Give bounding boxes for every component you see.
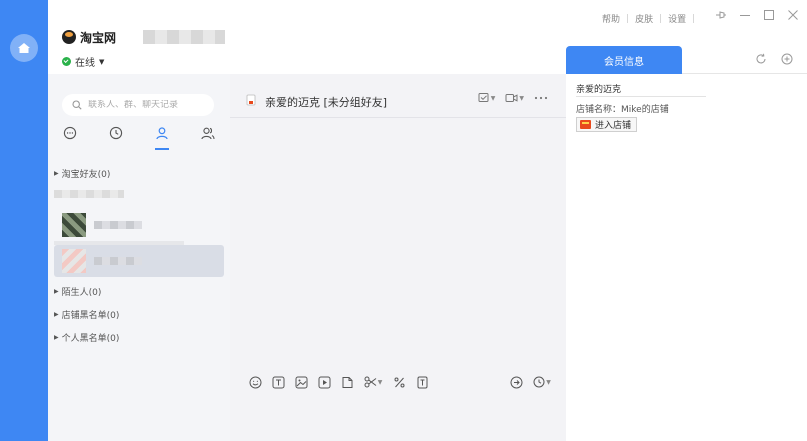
separator: | <box>659 13 663 24</box>
taobao-logo-icon <box>62 30 76 44</box>
avatar <box>62 213 86 237</box>
send-arrow-icon[interactable] <box>509 375 523 389</box>
video-file-icon[interactable] <box>317 375 331 389</box>
discount-icon[interactable] <box>392 375 406 389</box>
image-icon[interactable] <box>294 375 308 389</box>
contacts-panel: ▶ 淘宝好友(0) ▶ 陌生人(0) ▶ 店铺黑名单(0) ▶ 个人黑名单(0) <box>48 74 230 441</box>
close-button[interactable] <box>787 9 799 21</box>
add-circle-icon <box>781 53 793 65</box>
tab-contacts[interactable] <box>152 126 172 150</box>
chat-bubble-icon <box>63 126 77 140</box>
info-tabbar: 会员信息 <box>566 46 807 74</box>
separator: | <box>626 13 630 24</box>
window-titlebar: 帮助 | 皮肤 | 设置 | <box>566 0 807 34</box>
group-strangers[interactable]: ▶ 陌生人(0) <box>54 285 101 298</box>
pin-icon <box>716 11 726 19</box>
more-button[interactable] <box>534 96 548 100</box>
maximize-button[interactable] <box>763 9 775 21</box>
group-taobao-friends[interactable]: ▶ 淘宝好友(0) <box>54 167 110 180</box>
group-personal-blacklist[interactable]: ▶ 个人黑名单(0) <box>54 331 119 344</box>
contact-status-icon <box>246 94 256 106</box>
clock-icon <box>109 126 123 140</box>
redacted-text <box>54 190 124 198</box>
expand-triangle-icon: ▶ <box>54 311 59 318</box>
close-icon <box>788 10 798 20</box>
person-icon <box>156 127 168 140</box>
chevron-down-icon: ▼ <box>377 378 383 386</box>
help-link[interactable]: 帮助 <box>602 12 620 25</box>
chat-header: 亲爱的迈克 [未分组好友] ▼ ▼ <box>230 74 566 118</box>
chevron-down-icon: ▼ <box>490 94 496 102</box>
chat-header-tools: ▼ ▼ <box>478 92 548 104</box>
more-icon <box>534 96 548 100</box>
tab-history[interactable] <box>106 126 126 148</box>
status-selector[interactable]: 在线 ▼ <box>62 54 104 69</box>
video-call-button[interactable]: ▼ <box>505 92 524 104</box>
tab-recent-chats[interactable] <box>60 126 80 148</box>
contact-name-redacted <box>94 257 142 265</box>
chevron-down-icon: ▼ <box>546 378 551 386</box>
font-icon[interactable] <box>271 375 285 389</box>
left-rail <box>0 0 48 441</box>
add-tab-button[interactable] <box>781 53 793 65</box>
refresh-button[interactable] <box>755 53 767 65</box>
enter-shop-button[interactable]: 进入店铺 <box>576 117 638 132</box>
input-toolbar: ▼ ▼ <box>248 372 552 392</box>
status-label: 在线 <box>75 58 95 69</box>
enter-shop-label: 进入店铺 <box>595 121 632 131</box>
home-icon[interactable] <box>10 34 38 62</box>
checkbox-chat-icon <box>478 93 489 102</box>
search-icon <box>72 100 82 110</box>
shop-name: 店铺名称：Mike的店铺 <box>576 105 669 115</box>
file-icon[interactable] <box>340 375 354 389</box>
account-logo-text: 淘宝网 <box>80 31 117 45</box>
chevron-down-icon: ▼ <box>519 94 524 102</box>
history-record-icon[interactable]: ▼ <box>532 375 552 389</box>
contact-name-redacted <box>94 221 142 229</box>
expand-triangle-icon: ▶ <box>54 334 59 341</box>
divider <box>576 96 706 97</box>
tab-member-info[interactable]: 会员信息 <box>566 46 682 74</box>
refresh-icon <box>756 53 766 64</box>
chevron-down-icon: ▼ <box>99 57 105 66</box>
shop-icon <box>580 120 591 129</box>
member-name: 亲爱的迈克 <box>576 85 622 95</box>
emoji-icon[interactable] <box>248 375 262 389</box>
member-info-panel: 亲爱的迈克 店铺名称：Mike的店铺 进入店铺 <box>566 74 807 441</box>
settings-link[interactable]: 设置 <box>668 12 686 25</box>
window-controls <box>715 9 799 21</box>
online-status-icon <box>62 57 71 66</box>
coupon-icon[interactable] <box>415 375 429 389</box>
pin-button[interactable] <box>715 9 727 21</box>
expand-triangle-icon: ▶ <box>54 288 59 295</box>
group-shop-blacklist[interactable]: ▶ 店铺黑名单(0) <box>54 308 119 321</box>
titlebar-links: 帮助 | 皮肤 | 设置 | <box>602 12 696 26</box>
expand-triangle-icon: ▶ <box>54 170 59 177</box>
maximize-icon <box>764 10 774 20</box>
search-input[interactable] <box>88 100 206 110</box>
avatar <box>62 249 86 273</box>
group-label: 淘宝好友(0) <box>61 170 111 180</box>
group-icon <box>201 127 215 140</box>
chat-title: 亲爱的迈克 [未分组好友] <box>265 96 388 109</box>
minimize-icon <box>740 15 750 16</box>
tab-groups[interactable] <box>198 126 218 148</box>
account-name-redacted <box>143 30 225 44</box>
minimize-button[interactable] <box>739 9 751 21</box>
info-tab-actions <box>755 53 793 65</box>
group-label: 店铺黑名单(0) <box>61 311 120 321</box>
contact-tabs <box>48 124 230 152</box>
skin-link[interactable]: 皮肤 <box>635 12 653 25</box>
separator: | <box>692 13 696 24</box>
account-header: 淘宝网 在线 ▼ <box>48 0 566 74</box>
chat-panel: 亲爱的迈克 [未分组好友] ▼ ▼ ▼ ▼ <box>230 74 566 441</box>
video-icon <box>505 94 518 102</box>
evaluate-button[interactable]: ▼ <box>478 92 496 104</box>
group-label: 陌生人(0) <box>61 288 102 298</box>
contact-row-selected[interactable] <box>54 245 224 277</box>
scissors-icon[interactable]: ▼ <box>363 375 383 389</box>
contact-row[interactable] <box>54 209 224 241</box>
search-box[interactable] <box>62 94 214 116</box>
group-label: 个人黑名单(0) <box>61 334 120 344</box>
